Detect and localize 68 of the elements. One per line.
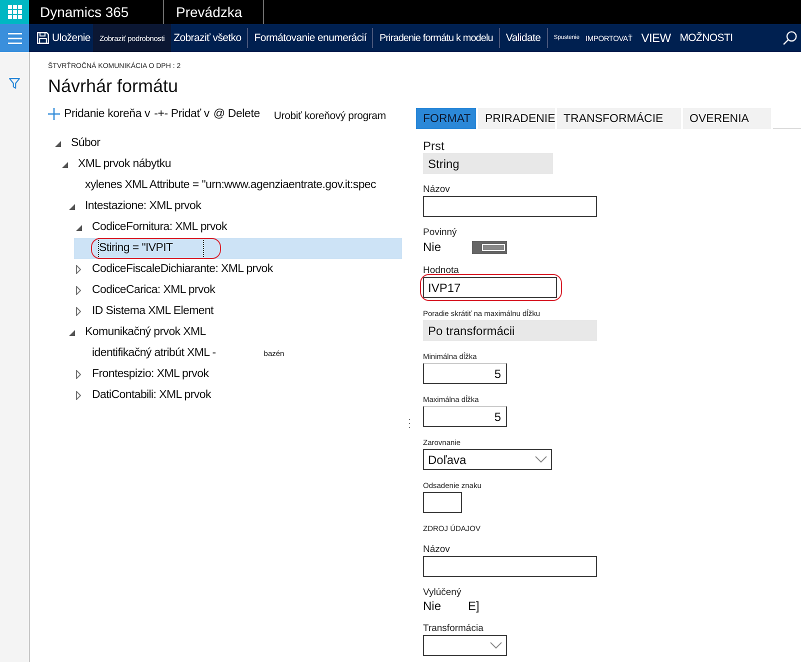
- action-button[interactable]: Validate: [502, 24, 544, 52]
- tree-item[interactable]: DatiContabili: XML prvok: [67, 385, 402, 406]
- search-icon: [783, 31, 797, 45]
- tree-item[interactable]: Súbor: [46, 133, 402, 154]
- dropdown-field[interactable]: Doľava: [423, 449, 552, 470]
- menu-icon: [8, 32, 22, 44]
- flag-glyph[interactable]: E]: [468, 599, 480, 613]
- field-label: Vylúčený: [423, 587, 462, 598]
- readonly-field: String: [423, 153, 553, 174]
- text-field[interactable]: [423, 492, 462, 513]
- plus-icon: [48, 108, 60, 120]
- action-button[interactable]: Uloženie: [34, 24, 94, 52]
- filter-icon[interactable]: [9, 78, 20, 89]
- number-field[interactable]: 5: [423, 363, 507, 384]
- tree-item[interactable]: Komunikačný prvok XML: [60, 322, 402, 343]
- action-button[interactable]: Formátovanie enumerácií: [251, 24, 370, 52]
- collapsed-triangle-icon[interactable]: [76, 391, 81, 400]
- tree-item[interactable]: ID Sistema XML Element: [67, 301, 402, 322]
- collapsed-triangle-icon[interactable]: [76, 265, 81, 274]
- tab[interactable]: OVERENIA: [682, 108, 771, 129]
- tree-item[interactable]: Stiring = "IVPIT: [74, 238, 402, 259]
- flag-value: Nie: [423, 599, 442, 613]
- tree-item[interactable]: CodiceFornitura: XML prvok: [67, 217, 402, 238]
- number-field[interactable]: 5: [423, 406, 507, 427]
- action-button[interactable]: MOŽNOSTI: [676, 24, 736, 52]
- field-label: Transformácia: [423, 623, 484, 634]
- tree-item[interactable]: xylenes XML Attribute = "urn:www.agenziaentrate.gov.it:spec: [60, 175, 402, 196]
- dropdown-field[interactable]: [423, 635, 507, 656]
- save-icon: [37, 32, 49, 44]
- field-label: Prst: [423, 140, 446, 152]
- expanded-triangle-icon[interactable]: [69, 204, 75, 210]
- chevron-down-icon: [535, 456, 547, 463]
- field-label: Názov: [423, 184, 451, 195]
- expanded-triangle-icon[interactable]: [69, 330, 75, 336]
- collapsed-triangle-icon[interactable]: [76, 370, 81, 379]
- tree-item[interactable]: XML prvok nábytku: [53, 154, 402, 175]
- tree-item[interactable]: Intestazione: XML prvok: [60, 196, 402, 217]
- expanded-triangle-icon[interactable]: [62, 162, 68, 168]
- tree-toolbar-button[interactable]: @ Delete: [213, 108, 260, 120]
- tab[interactable]: PRIRADENIE: [478, 108, 555, 129]
- collapsed-triangle-icon[interactable]: [76, 307, 81, 316]
- text-field[interactable]: [423, 556, 597, 577]
- readonly-field: Po transformácii: [423, 320, 597, 341]
- text-field[interactable]: IVP17: [423, 277, 557, 298]
- tree-item[interactable]: CodiceFiscaleDichiarante: XML prvok: [67, 259, 402, 280]
- action-button[interactable]: VIEW: [635, 24, 677, 52]
- action-button[interactable]: Priradenie formátu k modelu: [376, 24, 496, 52]
- menu-button[interactable]: [0, 24, 29, 52]
- tree-toolbar-button[interactable]: Urobiť koreňový program: [274, 110, 386, 122]
- tree-item[interactable]: Frontespizio: XML prvok: [67, 364, 402, 385]
- tree-toolbar-button[interactable]: -+- Pridať v: [154, 108, 210, 120]
- collapsed-triangle-icon[interactable]: [76, 286, 81, 295]
- field-label: Hodnota: [423, 265, 460, 276]
- toggle-state-label: Nie: [423, 240, 442, 254]
- page-title: Návrhár formátu: [48, 75, 180, 97]
- tree-item[interactable]: CodiceCarica: XML prvok: [67, 280, 402, 301]
- toggle-switch[interactable]: [472, 240, 507, 254]
- field-label: Povinný: [423, 227, 458, 238]
- expanded-triangle-icon[interactable]: [76, 224, 82, 230]
- tab[interactable]: TRANSFORMÁCIE: [556, 108, 681, 129]
- tree-toolbar-button[interactable]: Pridanie koreňa v: [48, 108, 150, 120]
- text-field[interactable]: [423, 196, 597, 217]
- tab[interactable]: FORMAT: [416, 108, 476, 129]
- chevron-down-icon: [490, 642, 502, 649]
- field-label: Názov: [423, 544, 451, 555]
- action-button[interactable]: Zobraziť všetko: [170, 24, 244, 52]
- expanded-triangle-icon[interactable]: [55, 140, 61, 146]
- grid-icon: [8, 5, 22, 19]
